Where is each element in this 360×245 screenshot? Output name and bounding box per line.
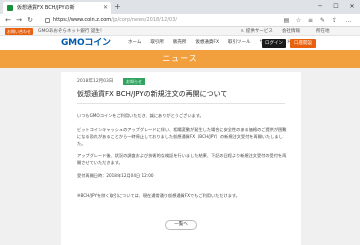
lock-icon — [45, 18, 50, 23]
article-card: 2018年12月03日 お知らせ 仮想通貨FX BCH/JPYの新規注文の再開に… — [61, 72, 301, 245]
more-menu-icon[interactable]: … — [344, 16, 353, 25]
browser-titlebar: 仮想通貨FX BCH/JPYの新 ✕ + ─ ☐ ✕ — [0, 0, 360, 14]
url-host: https://www.coin.z.com — [53, 17, 112, 23]
paragraph-note: ※BCH/JPYを除く取引については、現在通常通り仮想通貨FXでもご利用いただけ… — [77, 193, 240, 198]
notes-icon[interactable]: ✎ — [318, 16, 327, 25]
article-title: 仮想通貨FX BCH/JPYの新規注文の再開について — [77, 90, 228, 98]
favorite-star-icon[interactable]: ☆ — [294, 16, 303, 25]
site-favicon-icon — [7, 5, 13, 11]
nav-crypto-fx[interactable]: 仮想通貨FX — [195, 36, 219, 50]
tab-title: 仮想通貨FX BCH/JPYの新 — [17, 5, 75, 11]
title-divider — [77, 103, 285, 104]
maximize-button[interactable]: ☐ — [328, 0, 344, 14]
nav-trading-tools[interactable]: 取引ツール — [228, 36, 251, 50]
refresh-icon[interactable]: ↻ — [25, 15, 35, 26]
back-arrow-icon[interactable]: ← — [3, 15, 13, 26]
nav-sales[interactable]: 販売所 — [173, 36, 187, 50]
login-button[interactable]: ログイン — [262, 39, 286, 48]
url-bar[interactable]: https://www.coin.z.com/jp/corp/news/2018… — [44, 16, 276, 25]
paragraph-resume: アップグレード後、状況の調査および技術的な検証を行いました結果、下記の日程より新… — [77, 153, 287, 165]
strip-link-services[interactable]: ｓ 提供サービス — [240, 27, 273, 36]
paragraph-resume-time: 受付再開日時：2018年12月04日 12:00 — [77, 173, 154, 178]
paragraph-background: ビットコインキャッシュのアップグレードに伴い、相場変動が発生した場合に安全性のあ… — [77, 127, 287, 146]
category-badge: お知らせ — [123, 78, 145, 85]
open-account-button[interactable]: 口座開設 — [290, 39, 316, 48]
paragraph-greeting: いつもGMOコインをご利用いただき、誠にありがとうございます。 — [77, 113, 204, 118]
news-banner: ニュース — [0, 50, 360, 68]
strip-link-company[interactable]: 会社情報 — [282, 27, 300, 36]
contact-badge[interactable]: お問い合わせ — [5, 28, 33, 35]
back-to-list-button[interactable]: 一覧へ — [165, 220, 197, 230]
address-toolbar: ← → ↻ https://www.coin.z.com/jp/corp/new… — [0, 14, 360, 27]
url-path: /jp/corp/news/2018/12/03/ — [111, 17, 177, 23]
bank-announcement[interactable]: GMOあおぞらネット銀行 誕生！ — [38, 27, 104, 36]
main-content: 2018年12月03日 お知らせ 仮想通貨FX BCH/JPYの新規注文の再開に… — [0, 68, 360, 245]
hub-icon[interactable]: ≡ — [306, 16, 315, 25]
reading-view-icon[interactable]: ▤ — [282, 16, 291, 25]
site-top-strip: お問い合わせ GMOあおぞらネット銀行 誕生！ ｓ 提供サービス 会社情報 所在… — [0, 27, 360, 36]
nav-exchange[interactable]: 取引所 — [150, 36, 164, 50]
close-window-button[interactable]: ✕ — [344, 0, 360, 14]
site-header: GMOコイン ホーム 取引所 販売所 仮想通貨FX 取引ツール サービスガイド … — [0, 36, 360, 50]
strip-link-location[interactable]: 所在地 — [316, 27, 330, 36]
nav-home[interactable]: ホーム — [128, 36, 141, 50]
article-date: 2018年12月03日 — [77, 79, 114, 84]
gmo-coin-logo[interactable]: GMOコイン — [61, 37, 111, 49]
forward-arrow-icon[interactable]: → — [14, 15, 24, 26]
share-icon[interactable]: ⇪ — [330, 16, 339, 25]
new-tab-button[interactable]: + — [114, 2, 121, 12]
tab-close-icon[interactable]: ✕ — [103, 2, 108, 14]
minimize-button[interactable]: ─ — [312, 0, 328, 14]
banner-title: ニュース — [162, 54, 198, 63]
browser-tab[interactable]: 仮想通貨FX BCH/JPYの新 ✕ — [3, 2, 111, 14]
